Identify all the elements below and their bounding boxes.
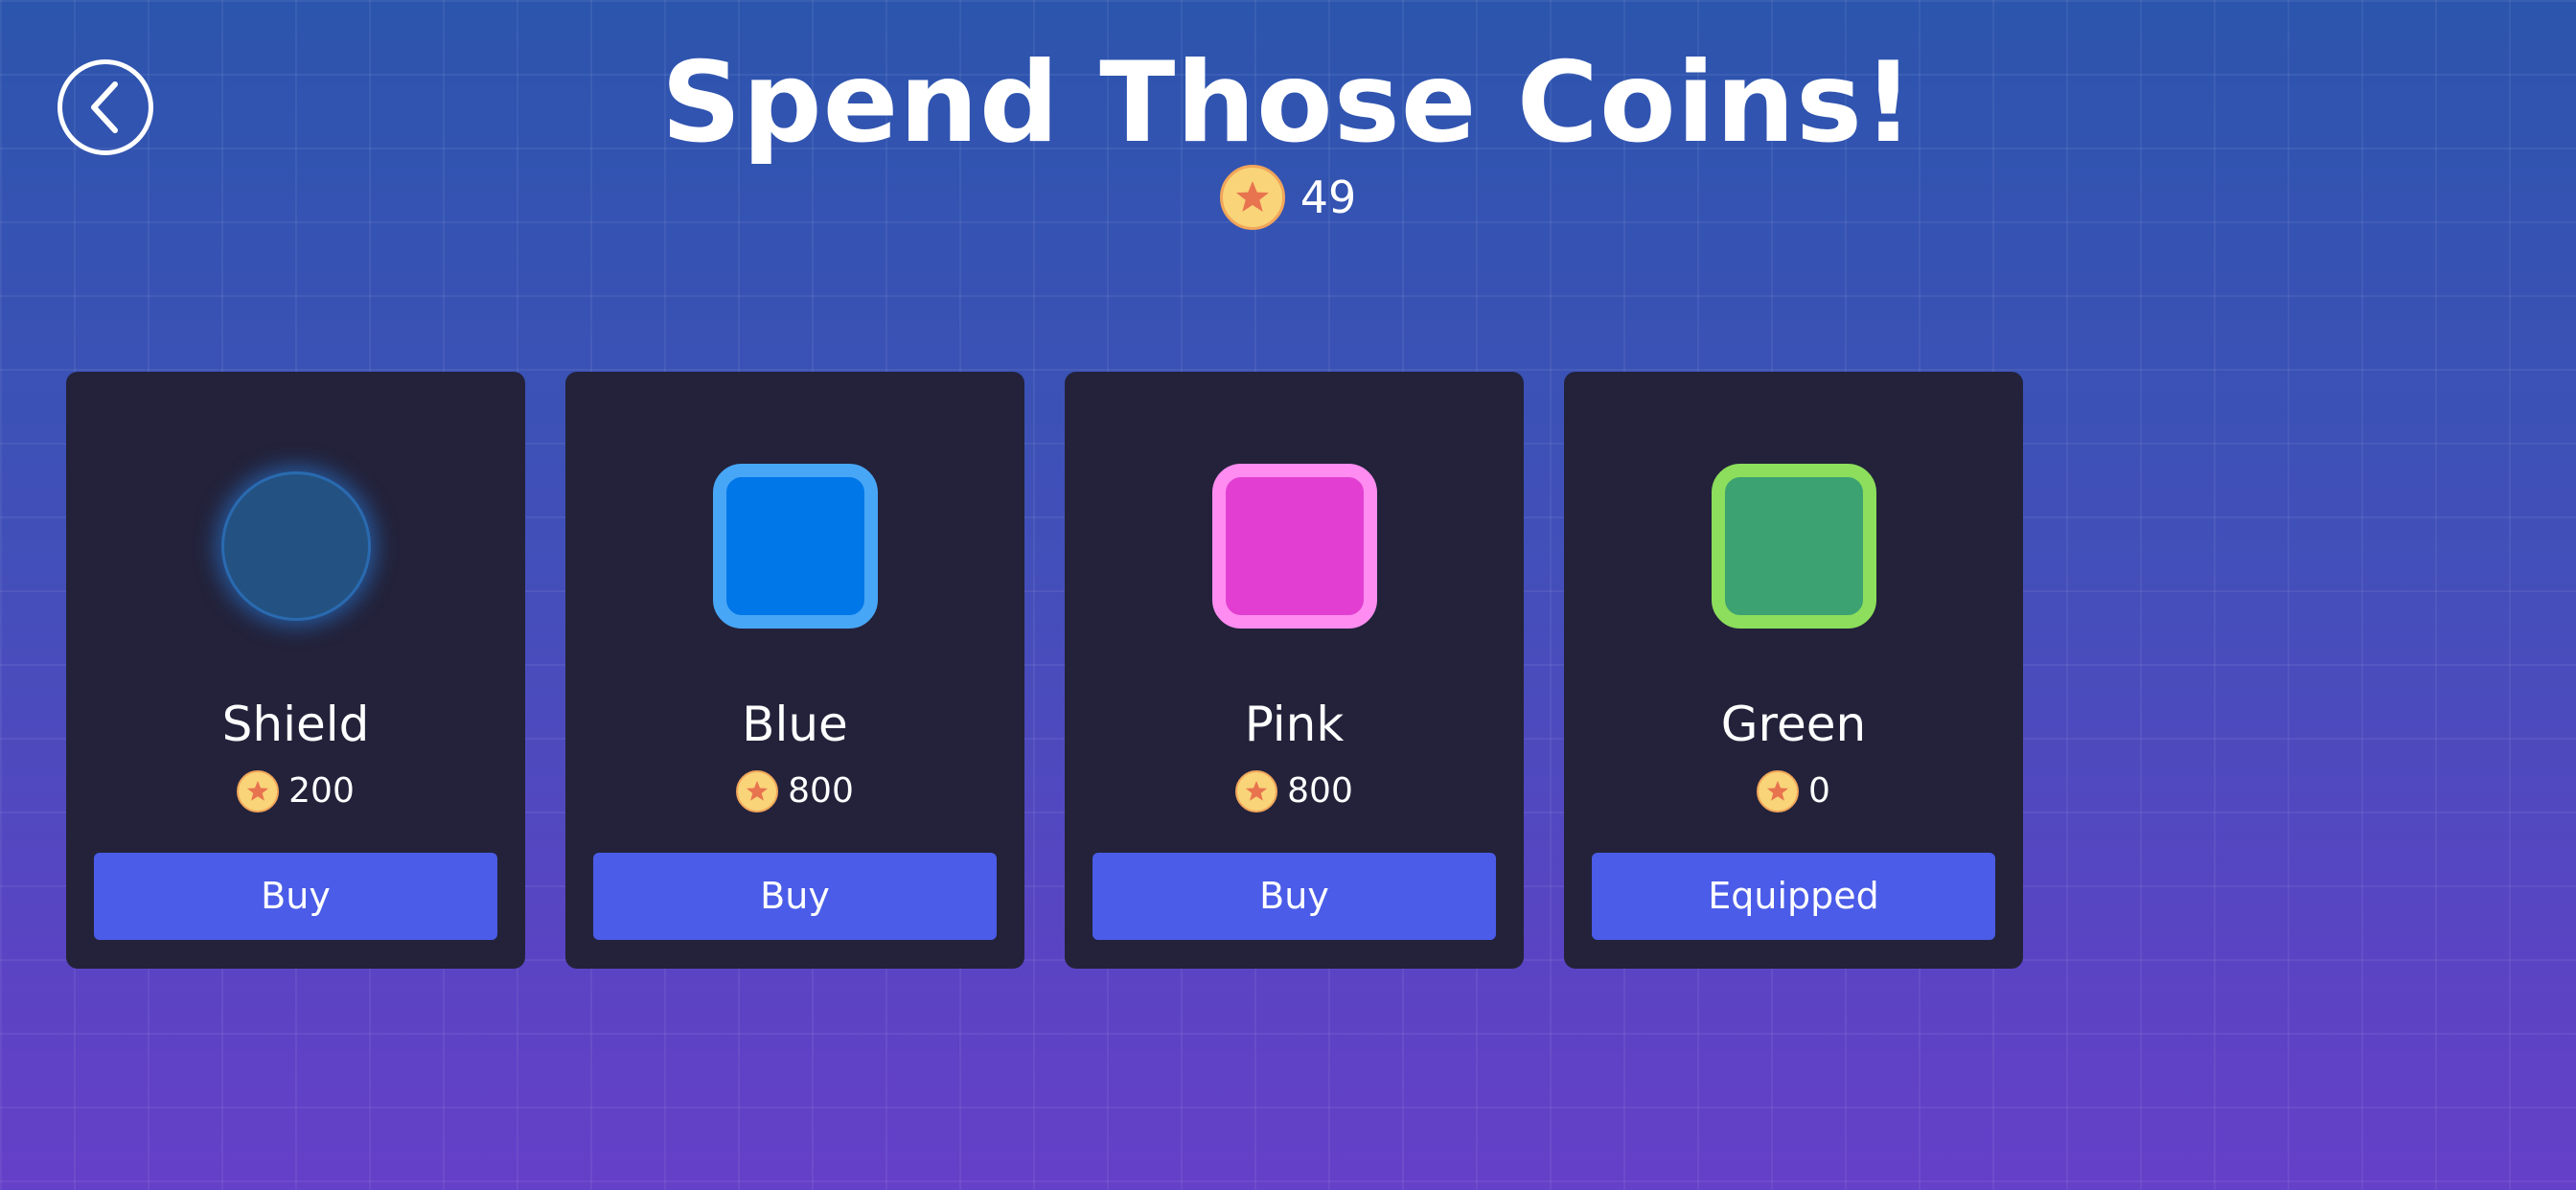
star-coin-icon (1757, 770, 1800, 812)
buy-button[interactable]: Buy (593, 853, 997, 940)
coin-balance: 49 (0, 165, 2576, 230)
buy-button[interactable]: Buy (94, 853, 497, 940)
item-price: 800 (565, 770, 1024, 812)
star-coin-icon (1235, 770, 1278, 812)
item-name: Blue (742, 697, 848, 752)
shield-orb-preview (220, 471, 371, 621)
item-price: 200 (66, 770, 525, 812)
item-price-value: 800 (1287, 771, 1353, 811)
item-price-value: 800 (788, 771, 854, 811)
green-skin-preview (1711, 464, 1876, 629)
shop-item-list: Shield 200 Buy Blue 800 Buy Pink 800 Buy… (66, 372, 2023, 969)
equipped-button[interactable]: Equipped (1592, 853, 1995, 940)
buy-button[interactable]: Buy (1092, 853, 1496, 940)
star-coin-icon (1219, 165, 1285, 230)
item-price: 0 (1564, 770, 2023, 812)
item-price-value: 0 (1808, 771, 1830, 811)
item-price-value: 200 (288, 771, 355, 811)
blue-skin-preview (712, 464, 878, 629)
shop-item-green: Green 0 Equipped (1564, 372, 2023, 969)
shop-item-shield: Shield 200 Buy (66, 372, 525, 969)
item-name: Pink (1244, 697, 1345, 752)
item-name: Green (1720, 697, 1867, 752)
page-title: Spend Those Coins! (661, 38, 1915, 168)
star-coin-icon (237, 770, 280, 812)
shop-item-blue: Blue 800 Buy (565, 372, 1024, 969)
item-price: 800 (1065, 770, 1524, 812)
pink-skin-preview (1211, 464, 1377, 629)
shop-item-pink: Pink 800 Buy (1065, 372, 1524, 969)
star-coin-icon (736, 770, 779, 812)
item-name: Shield (221, 697, 370, 752)
coin-balance-value: 49 (1300, 172, 1357, 223)
